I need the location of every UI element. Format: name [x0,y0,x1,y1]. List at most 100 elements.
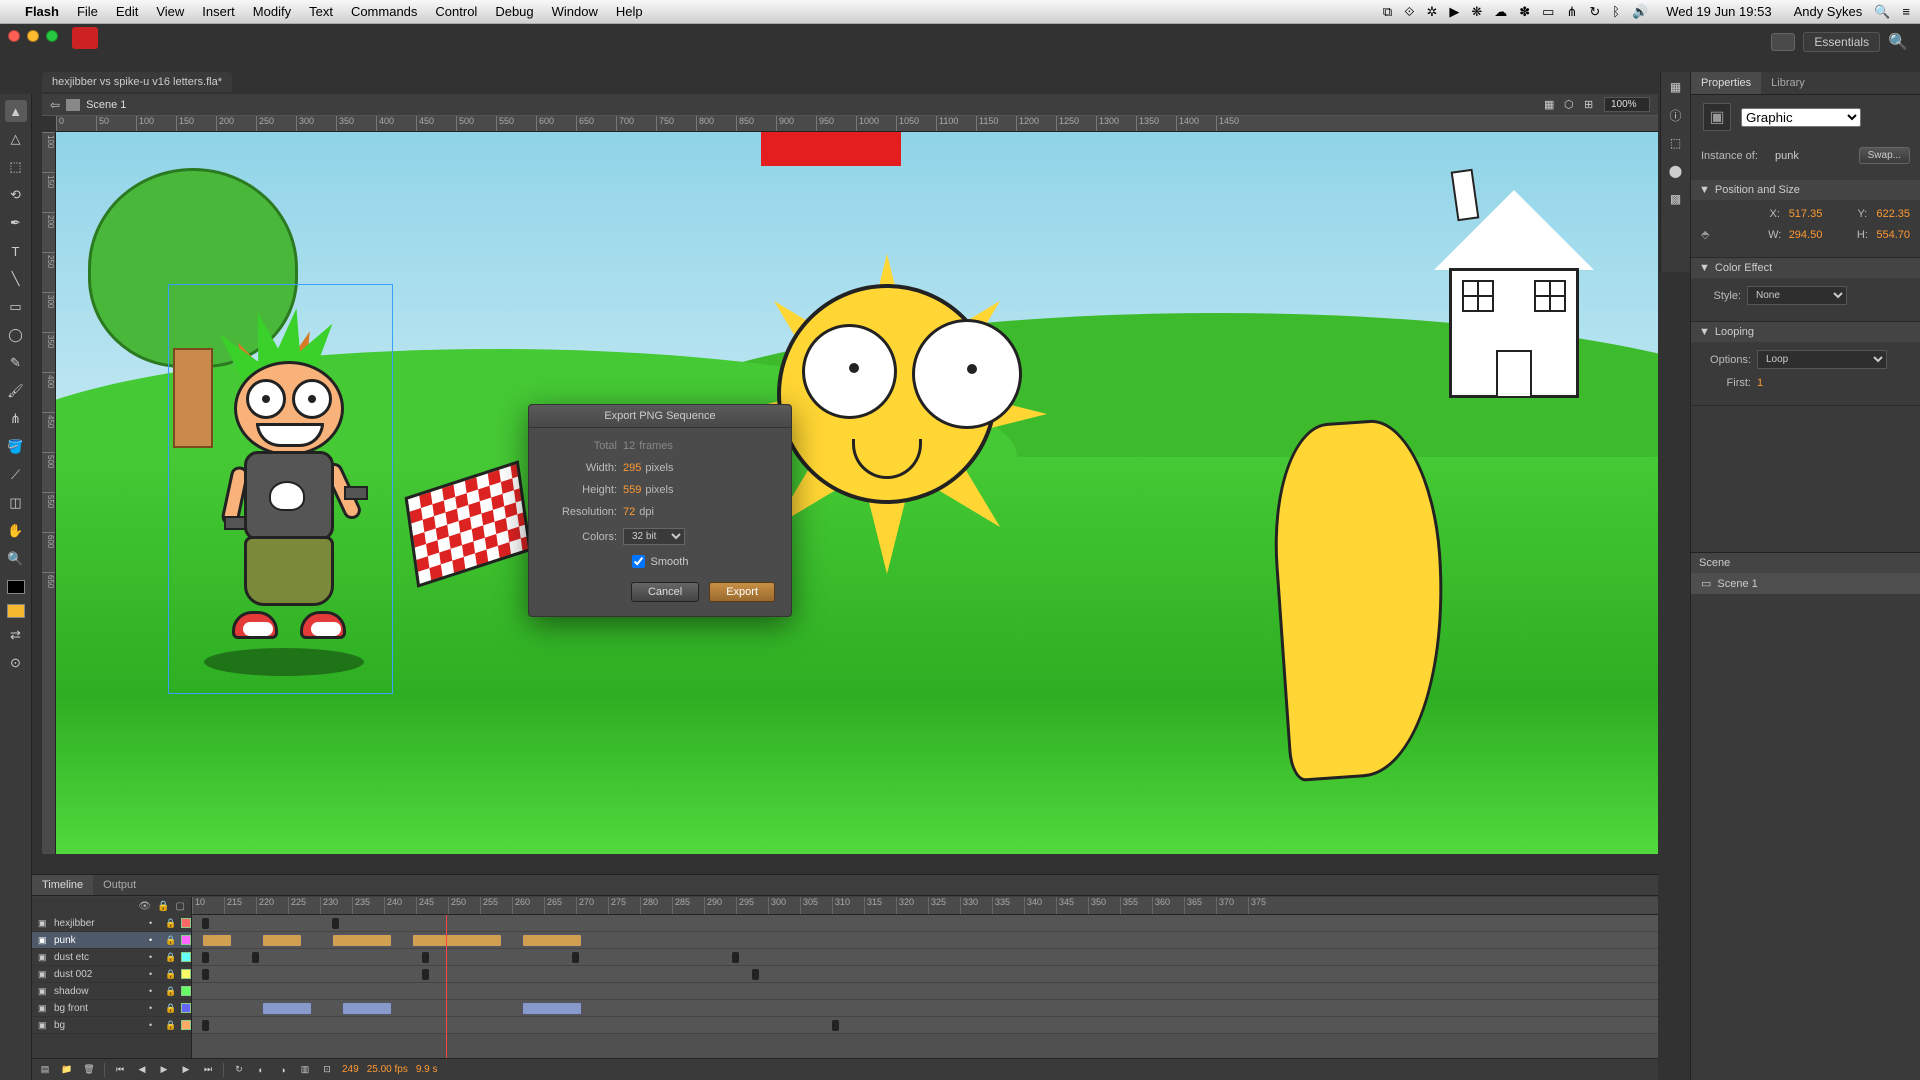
frame-tick[interactable]: 225 [288,897,320,914]
screen-record-icon[interactable]: ⧉ [1383,4,1392,20]
color-effect-header[interactable]: ▼Color Effect [1691,258,1920,278]
frame-tick[interactable]: 245 [416,897,448,914]
frame-tick[interactable]: 280 [640,897,672,914]
search-icon[interactable]: 🔍 [1888,32,1908,52]
frame-tick[interactable]: 255 [480,897,512,914]
layer-row[interactable]: ▣dust 002•🔒 [32,966,191,983]
frame-tick[interactable]: 360 [1152,897,1184,914]
scene-panel-header[interactable]: Scene [1691,553,1920,573]
zoom-level[interactable]: 100% [1604,97,1650,112]
visibility-toggle[interactable]: • [149,986,161,996]
swap-colors-icon[interactable]: ⇄ [5,624,27,646]
playhead[interactable] [446,915,447,1058]
outline-toggle[interactable] [181,918,191,928]
swatches-panel-icon[interactable]: ▩ [1667,190,1685,208]
frame-tick[interactable]: 300 [768,897,800,914]
frame-tick[interactable]: 250 [448,897,480,914]
transform-panel-icon[interactable]: ⬚ [1667,134,1685,152]
free-transform-tool[interactable]: ⬚ [5,156,27,178]
lock-column-icon[interactable]: 🔒 [157,901,169,912]
frame-tick[interactable]: 355 [1120,897,1152,914]
lock-toggle[interactable]: 🔒 [165,952,177,963]
selection-tool[interactable]: ▲ [5,100,27,122]
subselection-tool[interactable]: △ [5,128,27,150]
time-machine-icon[interactable]: ↻ [1589,4,1600,20]
frame-tick[interactable]: 290 [704,897,736,914]
frame-tick[interactable]: 220 [256,897,288,914]
menu-insert[interactable]: Insert [202,4,235,19]
workspace-label[interactable]: Essentials [1803,32,1880,52]
outline-toggle[interactable] [181,986,191,996]
clip-icon[interactable]: ⊞ [1584,98,1598,112]
frame-tick[interactable]: 335 [992,897,1024,914]
properties-tab[interactable]: Properties [1691,72,1761,94]
paw-icon[interactable]: ✽ [1519,4,1530,20]
looping-header[interactable]: ▼Looping [1691,322,1920,342]
back-icon[interactable]: ⇦ [50,98,60,112]
brush-tool[interactable]: 🖌 [5,380,27,402]
bluetooth-icon[interactable]: ᛒ [1612,4,1620,19]
minimize-window-button[interactable] [27,30,39,42]
snap-toggle[interactable]: ⊙ [5,652,27,674]
frame-tick[interactable]: 260 [512,897,544,914]
frame-tick[interactable]: 345 [1056,897,1088,914]
pencil-tool[interactable]: ✎ [5,352,27,374]
pen-tool[interactable]: ✒ [5,212,27,234]
evernote-icon[interactable]: ❋ [1471,4,1482,20]
menu-modify[interactable]: Modify [253,4,291,19]
hand-tool[interactable]: ✋ [5,520,27,542]
frame-tick[interactable]: 275 [608,897,640,914]
new-layer-button[interactable]: ▤ [38,1063,52,1077]
notification-center-icon[interactable]: ≡ [1902,4,1910,19]
frame-tick[interactable]: 320 [896,897,928,914]
edit-scene-icon[interactable]: ▦ [1544,98,1558,112]
onion-skin-outlines-button[interactable]: ◑ [276,1063,290,1077]
dialog-title[interactable]: Export PNG Sequence [529,405,791,428]
display-icon[interactable]: ▭ [1542,4,1554,20]
export-button[interactable]: Export [709,582,775,602]
goto-last-frame-button[interactable]: ⏭ [201,1063,215,1077]
layer-row[interactable]: ▣dust etc•🔒 [32,949,191,966]
color-panel-icon[interactable]: ⬤ [1667,162,1685,180]
lock-toggle[interactable]: 🔒 [165,935,177,946]
library-tab[interactable]: Library [1761,72,1815,94]
visibility-column-icon[interactable]: 👁 [138,901,151,912]
wifi-icon[interactable]: ⋔ [1566,4,1577,20]
play-icon[interactable]: ▶ [1449,4,1459,20]
lock-toggle[interactable]: 🔒 [165,1020,177,1031]
resolution-value[interactable]: 72 [623,506,635,518]
lasso-tool[interactable]: ⟲ [5,184,27,206]
eraser-tool[interactable]: ◫ [5,492,27,514]
dropbox-icon[interactable]: ⟐ [1404,4,1414,20]
visibility-toggle[interactable]: • [149,952,161,962]
frame-tick[interactable]: 370 [1216,897,1248,914]
looping-first-value[interactable]: 1 [1757,377,1763,389]
line-tool[interactable]: ╲ [5,268,27,290]
fill-color-swatch[interactable] [7,604,25,618]
text-tool[interactable]: T [5,240,27,262]
frame-tick[interactable]: 310 [832,897,864,914]
y-value[interactable]: 622.35 [1876,208,1910,220]
menu-edit[interactable]: Edit [116,4,138,19]
outline-toggle[interactable] [181,952,191,962]
zoom-window-button[interactable] [46,30,58,42]
edit-symbols-icon[interactable]: ⬡ [1564,98,1578,112]
menu-text[interactable]: Text [309,4,333,19]
frame-tick[interactable]: 235 [352,897,384,914]
looping-options-select[interactable]: Loop [1757,350,1887,369]
frame-tick[interactable]: 265 [544,897,576,914]
modify-markers-button[interactable]: ⊡ [320,1063,334,1077]
outline-toggle[interactable] [181,935,191,945]
outline-toggle[interactable] [181,1003,191,1013]
frame-tick[interactable]: 325 [928,897,960,914]
frame-tick[interactable]: 365 [1184,897,1216,914]
volume-icon[interactable]: 🔊 [1632,4,1648,20]
visibility-toggle[interactable]: • [149,935,161,945]
layer-row[interactable]: ▣bg•🔒 [32,1017,191,1034]
frame-tick[interactable]: 340 [1024,897,1056,914]
layer-row[interactable]: ▣bg front•🔒 [32,1000,191,1017]
frames-area[interactable] [192,915,1658,1058]
menu-file[interactable]: File [77,4,98,19]
frame-tick[interactable]: 10 [192,897,224,914]
play-button[interactable]: ▶ [157,1063,171,1077]
